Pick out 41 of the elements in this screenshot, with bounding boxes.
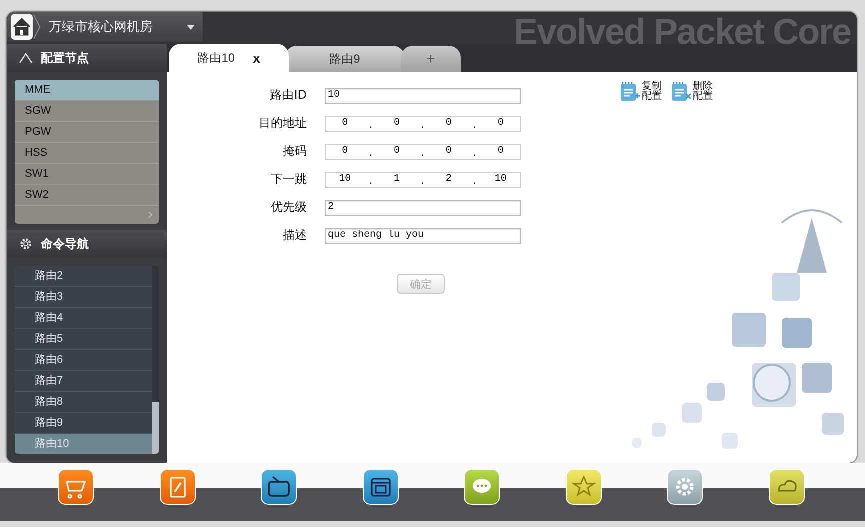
node-item[interactable]: HSS	[15, 143, 159, 164]
gear-icon[interactable]	[667, 469, 704, 505]
calendar-icon[interactable]	[362, 469, 399, 505]
field-label: 描述	[282, 227, 307, 244]
notepad-icon	[620, 81, 641, 103]
close-tab-button[interactable]: x	[253, 50, 260, 66]
tv-icon[interactable]	[261, 469, 298, 505]
notebook-icon[interactable]	[160, 469, 196, 505]
node-item[interactable]: PGW	[15, 122, 159, 143]
peak-icon	[19, 52, 33, 64]
caret-down-icon	[187, 24, 195, 30]
ip-address-field[interactable]: 0 . 0 . 0 . 0	[325, 116, 521, 132]
field-label: 优先级	[270, 199, 307, 216]
node-item[interactable]: SGW	[15, 101, 159, 122]
node-item[interactable]: SW2	[15, 185, 159, 206]
field-label: 下一跳	[270, 171, 307, 188]
field-label: 目的地址	[258, 115, 307, 132]
field-label: 掩码	[282, 143, 307, 160]
input-field[interactable]: 10	[325, 88, 521, 104]
node-item[interactable]: MME	[15, 80, 159, 101]
gear-icon	[19, 237, 33, 251]
cloud-icon[interactable]	[768, 469, 805, 505]
cart-icon[interactable]	[58, 469, 94, 505]
tab[interactable]: 路由10 x	[169, 44, 289, 72]
tab[interactable]: 路由9	[285, 46, 405, 72]
delete-config-button[interactable]: 删除配置	[671, 81, 714, 103]
home-icon[interactable]	[11, 14, 41, 40]
scrollbar-thumb[interactable]	[152, 402, 159, 454]
ip-address-field[interactable]: 0 . 0 . 0 . 0	[325, 144, 521, 160]
location-selector[interactable]: 万绿市核心网机房	[7, 12, 203, 42]
node-item[interactable]: SW1	[15, 164, 159, 185]
add-tab-button[interactable]: +	[401, 46, 461, 72]
notepad-icon	[671, 81, 692, 103]
section-title: 命令导航	[41, 236, 89, 252]
section-title: 配置节点	[41, 50, 89, 66]
field-label: 路由ID	[269, 87, 307, 104]
input-field[interactable]: 2	[325, 200, 521, 216]
input-field[interactable]: que sheng lu you	[325, 228, 521, 244]
chat-bubble-icon[interactable]	[464, 469, 500, 505]
ip-address-field[interactable]: 10 . 1 . 2 . 10	[325, 172, 521, 188]
copy-config-button[interactable]: 复制配置	[620, 81, 663, 103]
